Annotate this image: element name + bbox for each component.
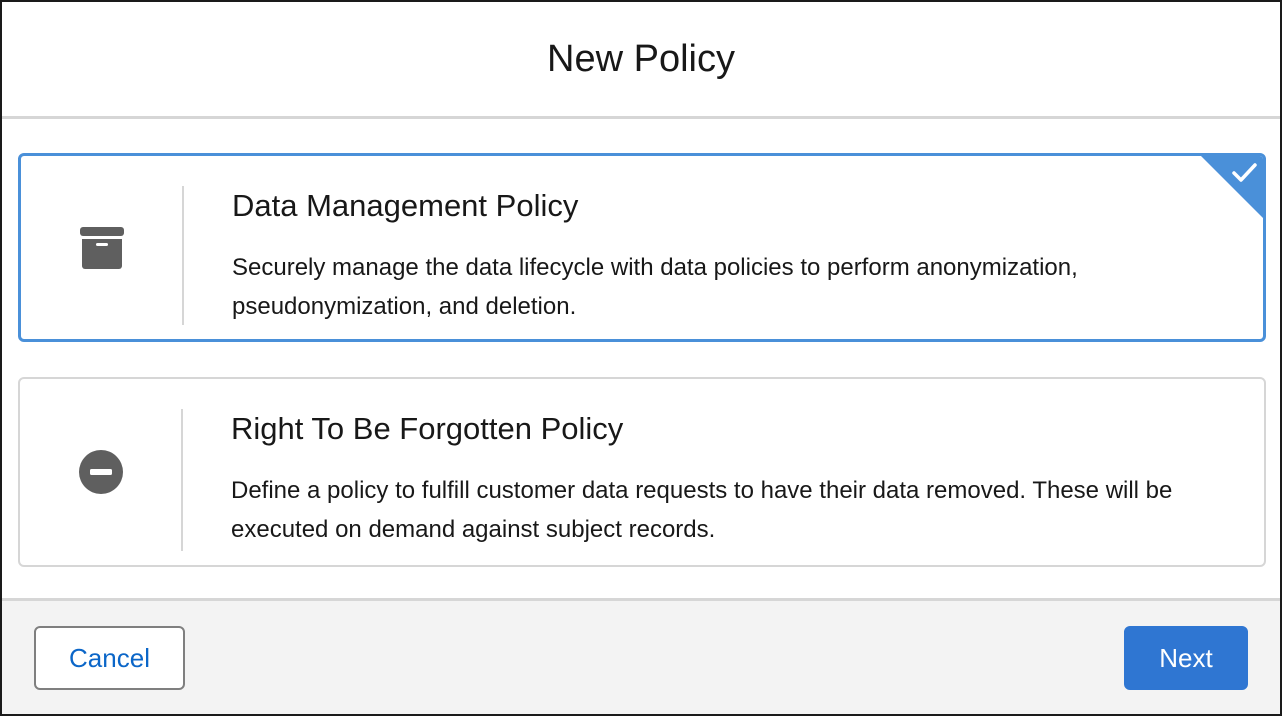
card-description: Define a policy to fulfill customer data… [231,477,1173,543]
archive-box-icon [80,226,124,269]
card-icon-container [20,379,182,565]
card-divider [182,186,184,325]
new-policy-modal: New Policy Data Management Policy Secure… [0,0,1282,716]
modal-body: Data Management Policy Securely manage t… [2,119,1280,598]
card-content: Data Management Policy Securely manage t… [232,186,1223,326]
modal-footer: Cancel Next [2,598,1280,714]
card-title: Right To Be Forgotten Policy [231,411,624,446]
modal-header: New Policy [2,2,1280,119]
modal-title: New Policy [547,37,735,80]
card-title: Data Management Policy [232,188,579,223]
cancel-button[interactable]: Cancel [34,626,185,690]
card-content: Right To Be Forgotten Policy Define a po… [231,409,1224,549]
policy-option-right-to-be-forgotten[interactable]: Right To Be Forgotten Policy Define a po… [18,377,1266,567]
next-button[interactable]: Next [1124,626,1248,690]
minus-circle-icon [79,450,123,494]
selected-checkmark-icon [1201,156,1263,218]
card-icon-container [21,156,183,339]
card-divider [181,409,183,551]
card-description: Securely manage the data lifecycle with … [232,254,1078,320]
policy-option-data-management[interactable]: Data Management Policy Securely manage t… [18,153,1266,342]
